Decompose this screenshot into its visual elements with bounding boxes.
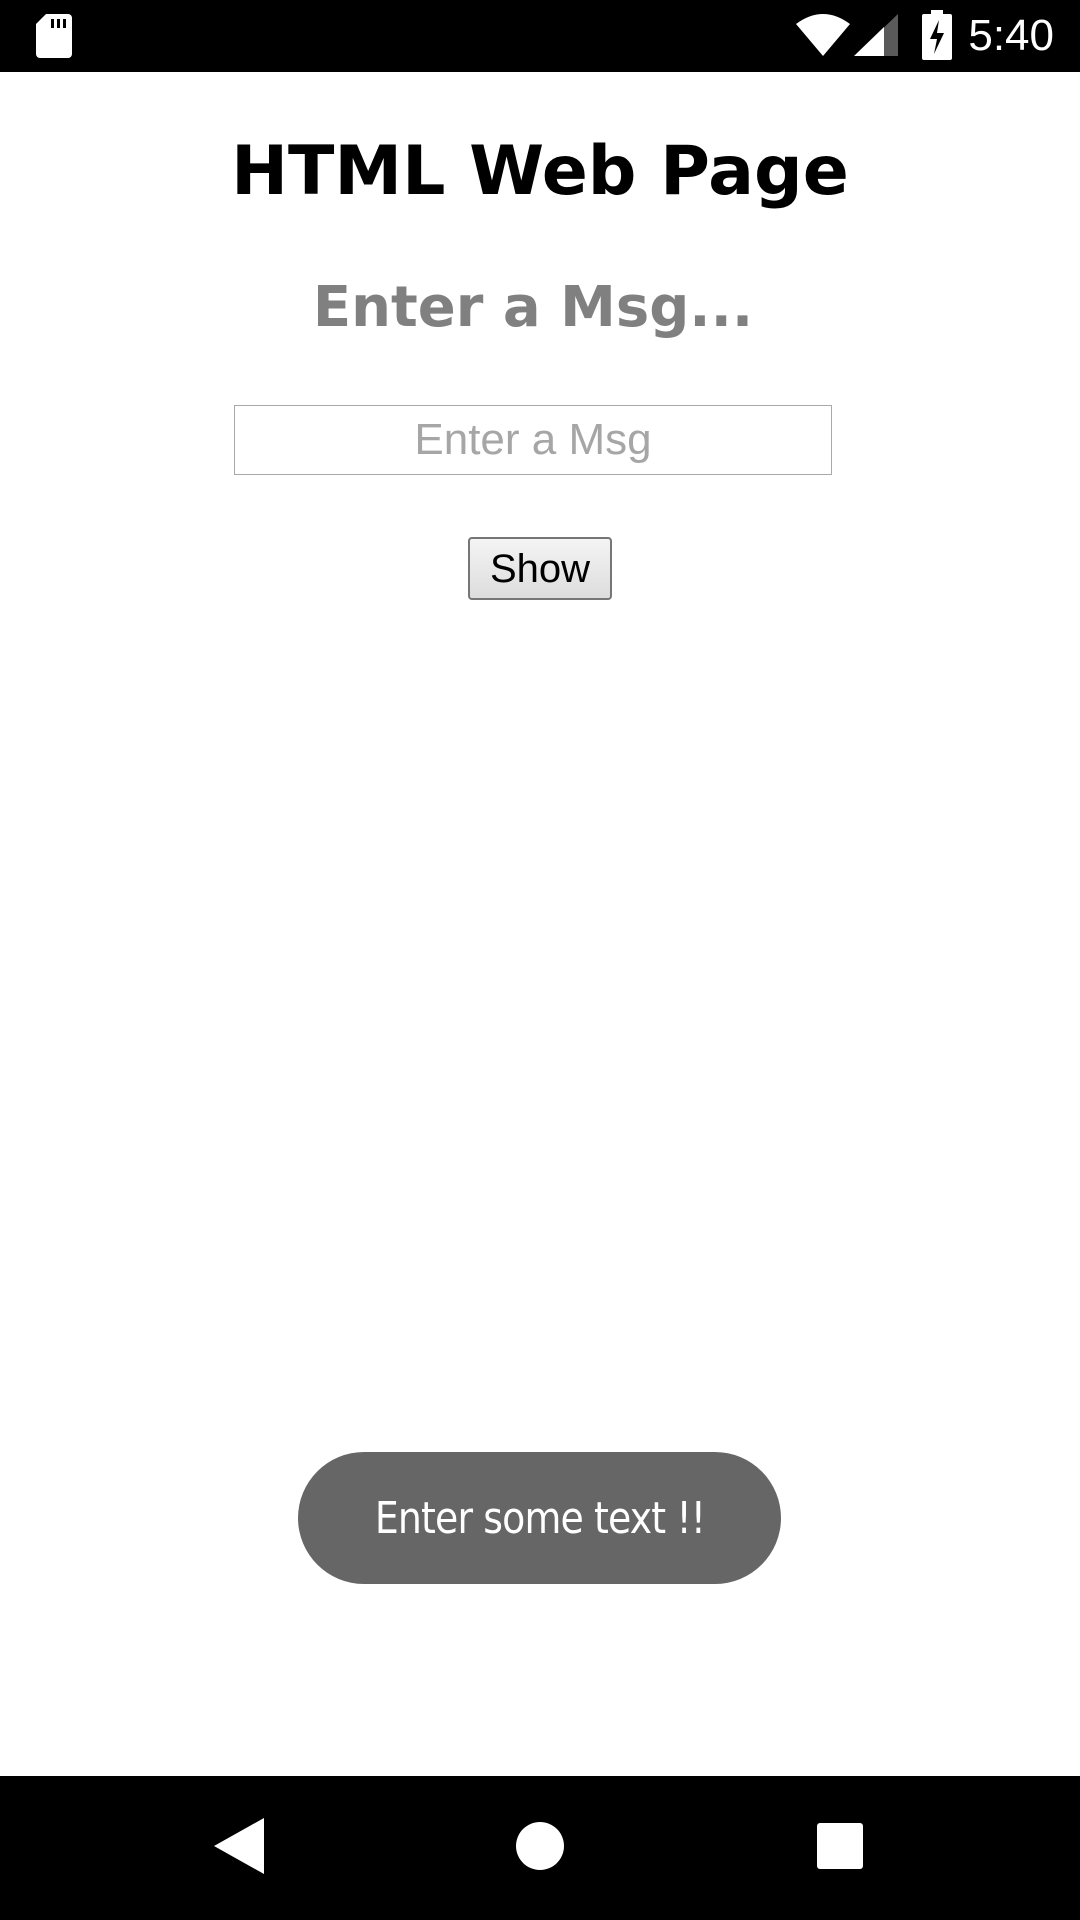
status-clock: 5:40 (968, 11, 1054, 60)
prompt-heading: Enter a Msg... (312, 275, 754, 340)
sd-card-icon (36, 14, 72, 58)
navigation-bar (0, 1776, 1080, 1920)
signal-icon (854, 14, 898, 56)
recents-icon[interactable] (817, 1823, 863, 1869)
battery-charging-icon (922, 10, 952, 60)
page-title: HTML Web Page (231, 132, 849, 211)
wifi-icon (796, 14, 850, 56)
toast-message: Enter some text !! (374, 1492, 705, 1544)
show-button[interactable]: Show (468, 537, 612, 600)
toast: Enter some text !! (298, 1452, 781, 1584)
screen: 5:40 HTML Web Page Enter a Msg... Show E… (0, 0, 1080, 1920)
back-icon[interactable] (214, 1818, 264, 1874)
message-input[interactable] (234, 405, 832, 475)
status-bar: 5:40 (0, 0, 1080, 72)
home-icon[interactable] (515, 1821, 565, 1871)
